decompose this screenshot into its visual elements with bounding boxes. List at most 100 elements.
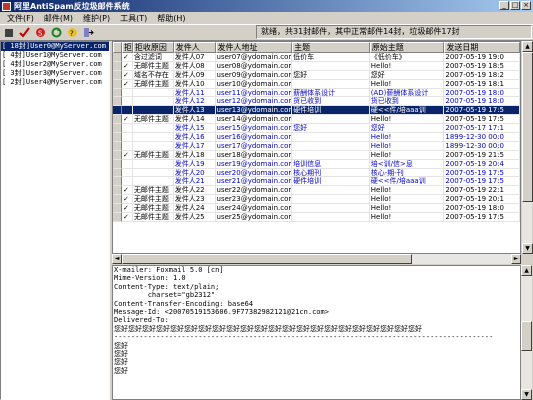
- table-row[interactable]: ✓ 无邮件主题 发件人08 user08@ydomain.com Hello! 2007-…: [113, 61, 520, 71]
- help-icon[interactable]: ?: [66, 26, 79, 39]
- table-row[interactable]: ✓ 无邮件主题 发件人18 user18@ydomain.com Hello! 2007-…: [113, 150, 520, 160]
- table-cell: user10@ydomain.com: [215, 79, 293, 89]
- table-row[interactable]: ✓ 无邮件主题 发件人24 user24@ydomain.com Hello! 2007-…: [113, 204, 520, 214]
- body-line: 您好您好您好您好您好您好您好您好您好您好您好您好您好您好您好您好您好您好您好您好…: [114, 324, 422, 333]
- table-cell: Hello!: [369, 133, 445, 142]
- table-cell: [132, 177, 174, 187]
- table-row[interactable]: ✓ 无邮件主题 发件人14 user14@ydomain.com Hello! 2007-…: [113, 115, 520, 125]
- table-cell: user24@ydomain.com: [215, 204, 293, 214]
- table-cell: 2007-05-19 18:0: [444, 204, 520, 214]
- scroll-up-icon[interactable]: ▲: [522, 41, 533, 52]
- message-body[interactable]: X-mailer: Foxmail 5.0 [cn] Mime-Version: …: [112, 265, 521, 400]
- menu-tools[interactable]: 工具(T): [115, 13, 152, 24]
- scroll-up-icon[interactable]: ▲: [521, 265, 532, 276]
- refresh-icon[interactable]: [50, 26, 63, 39]
- table-cell: 发件人17: [173, 141, 216, 151]
- menu-file[interactable]: 文件(F): [2, 13, 39, 24]
- table-cell: ✓: [121, 213, 133, 222]
- menu-maintain[interactable]: 维护(P): [78, 13, 115, 24]
- table-row[interactable]: ✓ 含过滤词 发件人07 user07@ydomain.com 低价车 《低价车》 2007…: [113, 53, 520, 62]
- stop-icon[interactable]: [2, 26, 15, 39]
- table-row[interactable]: 发件人20 user20@ydomain.com 核心期刊 核心-期-刊 2007-05…: [113, 168, 520, 178]
- scroll-left-icon[interactable]: ◄: [112, 254, 122, 264]
- close-button[interactable]: ×: [521, 1, 531, 10]
- column-header[interactable]: 拒收原因: [132, 42, 174, 53]
- body-line: Delivered-To:: [114, 316, 169, 325]
- mailbox-item[interactable]: [ 2封]User4@MyServer.com: [1, 78, 109, 87]
- table-cell: [113, 204, 122, 214]
- table-cell: [121, 88, 133, 98]
- table-row[interactable]: 发件人15 user15@ydomain.com 您好 您好 2007-05-17 17…: [113, 124, 520, 134]
- exit-icon[interactable]: [82, 26, 95, 39]
- mailbox-item[interactable]: [ 4封]User1@MyServer.com: [1, 51, 109, 60]
- column-header[interactable]: [113, 42, 122, 53]
- column-header[interactable]: 拒: [121, 42, 133, 53]
- table-cell: [113, 124, 122, 134]
- table-cell: 无邮件主题: [132, 115, 174, 125]
- table-cell: user12@ydomain.com: [215, 97, 293, 107]
- table-cell: [113, 88, 122, 98]
- table-cell: 《低价车》: [369, 53, 445, 62]
- scroll-down-icon[interactable]: ▼: [522, 243, 533, 254]
- table-cell: 无邮件主题: [132, 150, 174, 160]
- table-row[interactable]: 发件人21 user21@ydomain.com 硬件培训 硬<<件/培aaa训 200…: [113, 177, 520, 187]
- check-icon[interactable]: [18, 26, 31, 39]
- table-cell: 核心-期-刊: [369, 168, 445, 178]
- table-row[interactable]: ✓ 无邮件主题 发件人23 user23@ydomain.com Hello! 2007-…: [113, 195, 520, 205]
- minimize-button[interactable]: _: [499, 1, 509, 10]
- table-cell: [113, 70, 122, 80]
- column-header[interactable]: 发送日期: [444, 42, 520, 53]
- table-row[interactable]: ✓ 域名不存在 发件人09 user09@ydomain.com 您好 您好 2007-05…: [113, 70, 520, 80]
- table-cell: 硬<<件/培aaa训: [369, 106, 445, 116]
- table-cell: [113, 115, 122, 125]
- column-header[interactable]: 主题: [292, 42, 370, 53]
- body-line: 您好: [114, 350, 128, 359]
- list-vertical-scrollbar[interactable]: ▲ ▼: [521, 41, 533, 254]
- table-cell: 您好: [292, 124, 370, 134]
- table-cell: 发件人23: [173, 195, 216, 205]
- body-line: 您好: [114, 366, 128, 375]
- mailbox-item[interactable]: [ 3封]User3@MyServer.com: [1, 69, 109, 78]
- table-cell: [121, 141, 133, 151]
- column-header[interactable]: 发件人地址: [215, 42, 293, 53]
- app-logo-icon: [2, 1, 11, 11]
- scroll-thumb[interactable]: [122, 254, 412, 264]
- table-cell: 2007-05-19 21:5: [444, 150, 520, 160]
- svg-text:?: ?: [70, 30, 74, 38]
- table-row[interactable]: 发件人12 user12@ydomain.com 货已收到 货已收到 2007-05-1…: [113, 97, 520, 107]
- table-row[interactable]: 发件人16 user16@ydomain.com Hello! 1899-12-30 …: [113, 133, 520, 142]
- table-row[interactable]: ✓ 无邮件主题 发件人25 user25@ydomain.com Hello! 2007-…: [113, 213, 520, 222]
- column-header[interactable]: 原始主题: [369, 42, 445, 53]
- scroll-thumb[interactable]: [522, 52, 533, 202]
- table-cell: [113, 141, 122, 151]
- menu-help[interactable]: 帮助(H): [152, 13, 190, 24]
- scroll-right-icon[interactable]: ►: [511, 254, 521, 264]
- menu-mail[interactable]: 邮件(M): [39, 13, 78, 24]
- table-cell: [121, 177, 133, 187]
- table-cell: Hello!: [369, 61, 445, 71]
- table-row[interactable]: 发件人13 user13@ydomain.com 硬件培训 硬<<件/培aaa训 200…: [113, 106, 520, 116]
- table-row[interactable]: ✓ 无邮件主题 发件人10 user10@ydomain.com Hello! 2007-…: [113, 79, 520, 89]
- table-cell: [292, 195, 370, 205]
- mailbox-list: [ 18封]User0@MyServer.com [ 4封]User1@MySe…: [0, 41, 110, 400]
- mailbox-item[interactable]: [ 4封]User2@MyServer.com: [1, 60, 109, 69]
- table-row[interactable]: 发件人19 user19@ydomain.com 培训信息 培<训/信>息 2007-0…: [113, 159, 520, 169]
- list-horizontal-scrollbar[interactable]: ◄ ►: [112, 254, 521, 264]
- body-vertical-scrollbar[interactable]: ▲ ▼: [521, 265, 532, 400]
- table-cell: [113, 186, 122, 196]
- table-cell: 无邮件主题: [132, 186, 174, 196]
- column-header[interactable]: 发件人: [173, 42, 216, 53]
- mark-spam-icon[interactable]: S: [34, 26, 47, 39]
- table-cell: 无邮件主题: [132, 79, 174, 89]
- table-row[interactable]: 发件人11 user11@ydomain.com 薪酬体系设计 (AD)薪酬体系设计 2…: [113, 88, 520, 98]
- mailbox-item[interactable]: [ 18封]User0@MyServer.com: [1, 42, 109, 51]
- scroll-thumb[interactable]: [521, 321, 532, 351]
- maximize-button[interactable]: □: [510, 1, 520, 10]
- table-row[interactable]: 发件人17 user17@ydomain.com Hello! 1899-12-30 …: [113, 141, 520, 151]
- table-cell: [121, 168, 133, 178]
- table-row[interactable]: ✓ 无邮件主题 发件人22 user22@ydomain.com Hello! 2007-…: [113, 186, 520, 196]
- table-cell: ✓: [121, 186, 133, 196]
- table-cell: [132, 97, 174, 107]
- table-cell: [132, 106, 174, 116]
- scroll-down-icon[interactable]: ▼: [521, 389, 532, 400]
